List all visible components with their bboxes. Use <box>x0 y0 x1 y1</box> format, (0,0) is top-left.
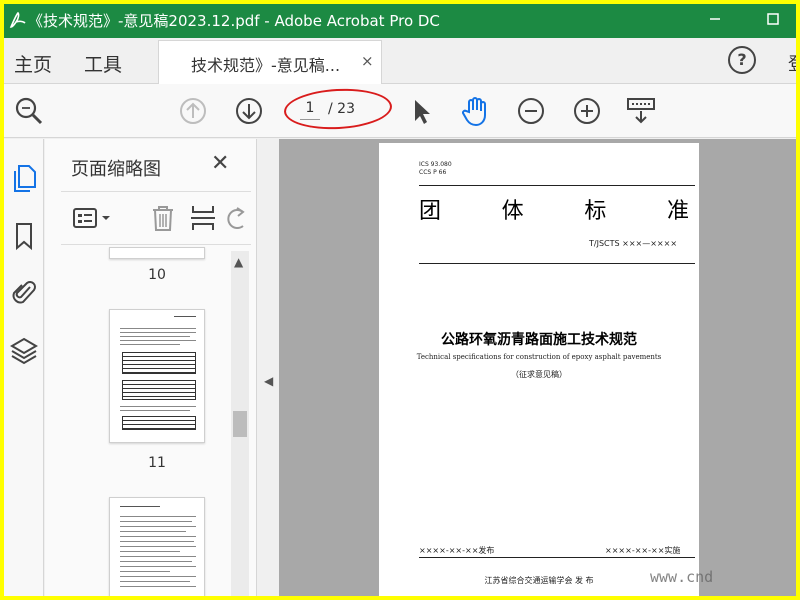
maximize-icon <box>767 13 779 25</box>
left-nav-rail <box>4 139 44 596</box>
minimize-button[interactable] <box>702 8 728 34</box>
document-subtitle: Technical specifications for constructio… <box>416 353 662 361</box>
current-page-input[interactable]: 1 <box>300 100 320 120</box>
draft-label: （征求意见稿） <box>511 370 567 379</box>
thumbnail-page-number: 11 <box>148 455 166 471</box>
minimize-icon <box>710 18 720 20</box>
rule-top <box>419 185 695 186</box>
thumbnail-page-12[interactable] <box>109 497 205 596</box>
document-view[interactable]: ICS 93.080 CCS P 66 团 体 标 准 T/JSCTS ×××—… <box>279 139 796 596</box>
standard-code: T/JSCTS ×××—×××× <box>589 239 678 248</box>
thumbnail-page-11[interactable] <box>109 309 205 443</box>
pdf-page: ICS 93.080 CCS P 66 团 体 标 准 T/JSCTS ×××—… <box>379 143 699 596</box>
document-title: 公路环氧沥青路面施工技术规范 <box>441 332 637 348</box>
prev-page-icon[interactable] <box>176 94 210 128</box>
select-arrow-icon[interactable] <box>404 94 438 128</box>
panel-toolbar <box>61 191 251 245</box>
search-icon[interactable] <box>12 94 46 128</box>
implementation-date: ××××-××-××实施 <box>605 546 681 555</box>
thumbnail-options-icon[interactable] <box>71 202 115 234</box>
tab-close-button[interactable]: × <box>361 52 374 70</box>
document-tab-label: 技术规范》-意见稿... <box>191 56 341 75</box>
scroll-up-icon[interactable]: ▲ <box>234 255 243 269</box>
sign-in-button[interactable]: 登 <box>788 50 796 76</box>
scrollbar-thumb[interactable] <box>233 411 247 437</box>
thumbnail-page-number: 10 <box>148 267 166 283</box>
document-tab[interactable]: 技术规范》-意见稿... × <box>158 40 382 84</box>
attachment-icon[interactable] <box>10 277 38 307</box>
pages-icon[interactable] <box>10 163 38 193</box>
keyboard-icon[interactable] <box>624 94 658 128</box>
delete-page-icon[interactable] <box>147 202 179 234</box>
zoom-in-icon[interactable] <box>570 94 604 128</box>
menu-bar: 主页 工具 技术规范》-意见稿... × ? 登 <box>4 38 796 84</box>
ics-code: ICS 93.080 CCS P 66 <box>419 161 452 176</box>
collapse-panel-icon[interactable]: ◀ <box>264 374 273 388</box>
insert-page-icon[interactable] <box>187 202 219 234</box>
layers-icon[interactable] <box>10 335 38 365</box>
menu-home[interactable]: 主页 <box>14 50 52 77</box>
panel-title: 页面缩略图 <box>71 159 161 180</box>
right-gray-margin <box>699 139 796 596</box>
rotate-page-icon[interactable] <box>227 202 247 234</box>
next-page-icon[interactable] <box>232 94 266 128</box>
main-toolbar: 1 / 23 <box>4 84 796 138</box>
hand-tool-icon[interactable] <box>458 94 492 128</box>
rule-footer <box>419 557 695 558</box>
thumbnails-panel: 页面缩略图 ✕ 10 11 ▲ <box>45 139 257 596</box>
issue-date: ××××-××-××发布 <box>419 546 495 555</box>
zoom-out-icon[interactable] <box>514 94 548 128</box>
thumbnails-scrollbar[interactable]: ▲ <box>231 251 249 596</box>
rule-bottom <box>419 263 695 264</box>
title-bar: 《技术规范》-意见稿2023.12.pdf - Adobe Acrobat Pr… <box>4 4 796 38</box>
help-button[interactable]: ? <box>728 46 756 74</box>
panel-close-button[interactable]: ✕ <box>211 151 229 176</box>
window-title: 《技术规范》-意见稿2023.12.pdf - Adobe Acrobat Pr… <box>28 12 440 30</box>
maximize-button[interactable] <box>760 8 786 34</box>
thumbnail-page-10[interactable] <box>109 247 205 259</box>
bookmark-icon[interactable] <box>10 221 38 251</box>
total-pages-label: / 23 <box>328 101 355 117</box>
page-number-field[interactable]: 1 / 23 <box>283 86 393 132</box>
acrobat-window: 《技术规范》-意见稿2023.12.pdf - Adobe Acrobat Pr… <box>4 4 796 596</box>
menu-tools[interactable]: 工具 <box>84 50 122 77</box>
acrobat-logo-icon <box>9 11 26 28</box>
standard-heading: 团 体 标 准 <box>419 199 689 224</box>
watermark-text: www.cnd <box>650 568 714 586</box>
